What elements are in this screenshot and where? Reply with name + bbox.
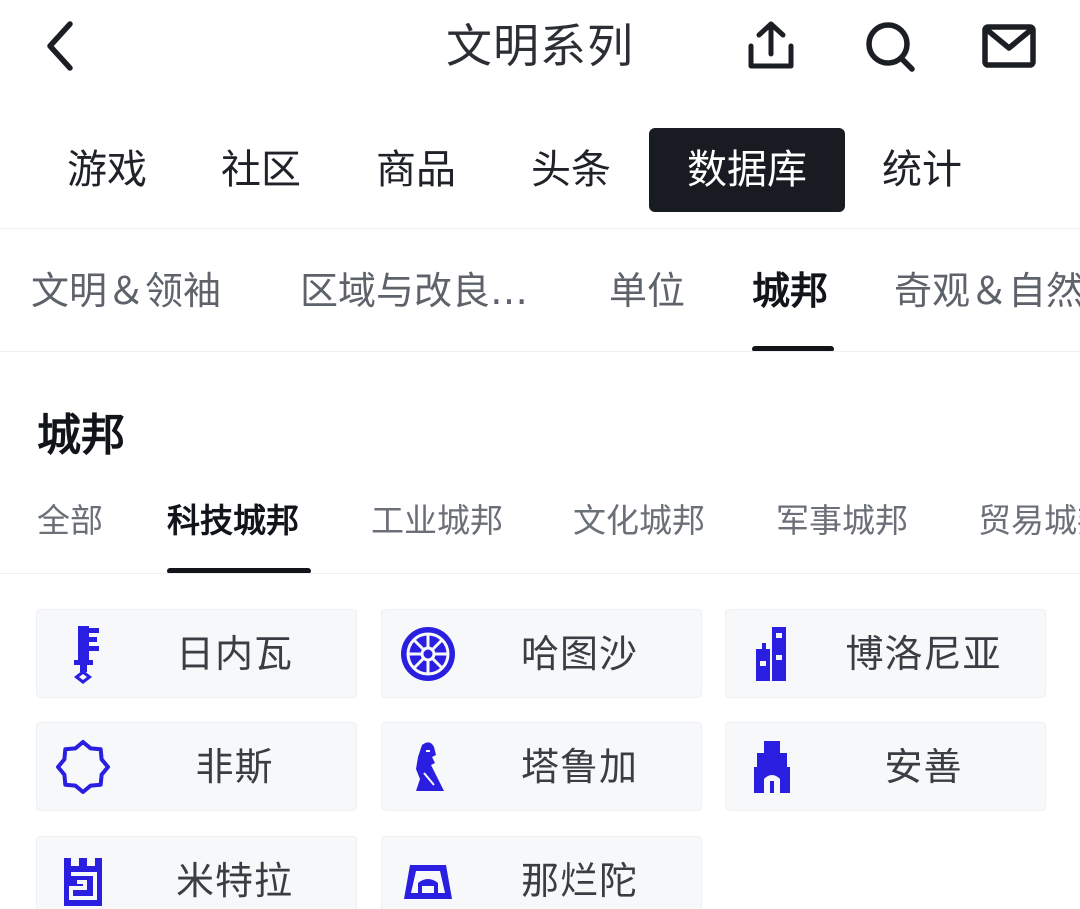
city-name: 安善: [884, 745, 963, 789]
city-name: 米特拉: [175, 859, 293, 903]
city-name: 日内瓦: [175, 632, 293, 676]
star-outline-icon: [56, 740, 110, 794]
city-name: 非斯: [195, 745, 274, 789]
city-name: 哈图沙: [520, 632, 638, 676]
key-icon: [74, 626, 99, 684]
search-icon: [866, 22, 915, 72]
category-industrial[interactable]: 工业城邦: [371, 498, 503, 544]
category-trade[interactable]: 贸易城邦: [978, 498, 1080, 544]
city-name: 塔鲁加: [520, 745, 638, 789]
category-cultural[interactable]: 文化城邦: [573, 498, 705, 544]
city-card-geneva[interactable]: 日内瓦: [36, 609, 357, 698]
tab-products[interactable]: 商品: [349, 128, 483, 212]
subtab-civs-leaders[interactable]: 文明＆领袖: [31, 266, 221, 316]
divider: [0, 228, 1080, 229]
city-card-bologna[interactable]: 博洛尼亚: [725, 609, 1046, 698]
subtab-units[interactable]: 单位: [609, 266, 685, 316]
section-title: 城邦: [37, 410, 125, 461]
category-tab-bar: 全部 科技城邦 工业城邦 文化城邦 军事城邦 贸易城邦: [0, 490, 1080, 574]
bust-icon: [416, 742, 444, 791]
glyph-icon: [64, 858, 102, 906]
mail-button[interactable]: [977, 14, 1041, 78]
tab-community[interactable]: 社区: [194, 128, 328, 212]
category-military[interactable]: 军事城邦: [776, 498, 908, 544]
city-card-taruga[interactable]: 塔鲁加: [381, 722, 702, 811]
search-button[interactable]: [858, 14, 922, 78]
tab-database[interactable]: 数据库: [649, 128, 845, 212]
subtab-wonders[interactable]: 奇观＆自然: [894, 266, 1080, 316]
share-icon: [748, 21, 794, 69]
divider: [0, 351, 1080, 352]
city-card-mitla[interactable]: 米特拉: [36, 836, 357, 909]
arch-icon: [404, 865, 452, 899]
city-name: 那烂陀: [520, 859, 638, 903]
category-science[interactable]: 科技城邦: [167, 498, 299, 544]
app-header: 文明系列: [0, 0, 1080, 96]
city-card-anshan[interactable]: 安善: [725, 722, 1046, 811]
city-card-hattusa[interactable]: 哈图沙: [381, 609, 702, 698]
tab-headlines[interactable]: 头条: [504, 128, 638, 212]
tower-icon: [756, 627, 786, 681]
tab-statistics[interactable]: 统计: [855, 128, 989, 212]
sub-tab-bar: 文明＆领袖 区域与改良… 单位 城邦 奇观＆自然: [0, 236, 1080, 352]
share-button[interactable]: [739, 14, 803, 78]
city-card-fez[interactable]: 非斯: [36, 722, 357, 811]
main-tab-bar: 游戏 社区 商品 头条 数据库 统计: [0, 120, 1080, 220]
category-all[interactable]: 全部: [37, 498, 103, 544]
mail-icon: [982, 24, 1036, 68]
subtab-districts[interactable]: 区域与改良…: [300, 266, 528, 316]
wheel-icon: [401, 627, 455, 681]
divider: [0, 573, 1080, 574]
tab-games[interactable]: 游戏: [40, 128, 174, 212]
subtab-city-states[interactable]: 城邦: [752, 266, 828, 316]
gate-icon: [754, 741, 790, 793]
city-card-nalanda[interactable]: 那烂陀: [381, 836, 702, 909]
city-name: 博洛尼亚: [845, 632, 1002, 676]
